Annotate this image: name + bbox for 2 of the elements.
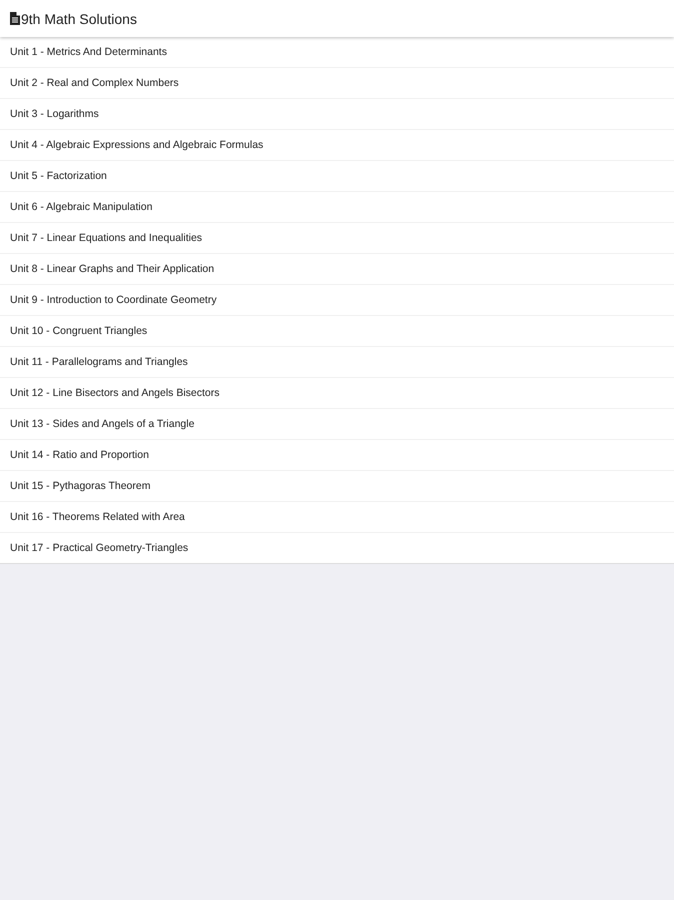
document-icon [10,12,20,25]
app-title: 9th Math Solutions [21,10,137,26]
